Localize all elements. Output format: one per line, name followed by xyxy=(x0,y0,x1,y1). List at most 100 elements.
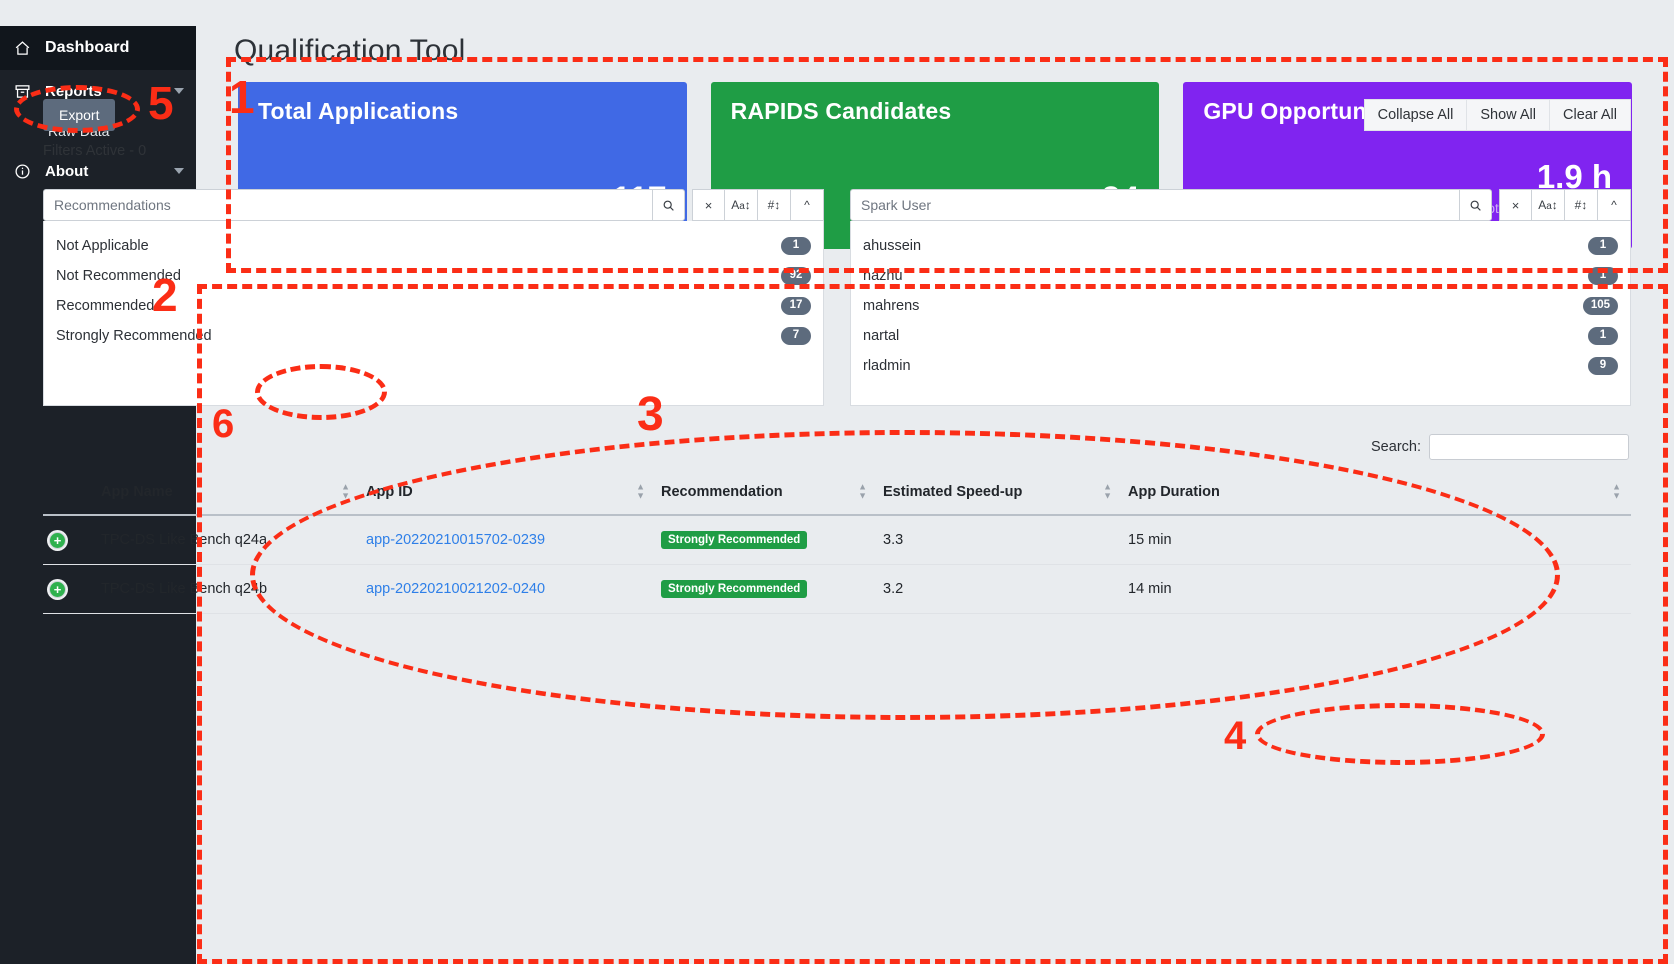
list-item-label: mahrens xyxy=(863,298,920,314)
expand-row-icon[interactable]: + xyxy=(49,580,66,598)
table-col-recommendation-label: Recommendation xyxy=(661,484,783,500)
table-col-app-duration[interactable]: App Duration ▲ ▼ xyxy=(1122,474,1631,516)
sort-alpha-icon[interactable]: Aa↕ xyxy=(1532,189,1565,221)
sort-icon: ▲ ▼ xyxy=(1103,481,1112,502)
filter-action-buttons: × Aa↕ #↕ ^ xyxy=(1499,189,1631,221)
sidebar-item-dashboard[interactable]: Dashboard xyxy=(0,26,196,70)
expand-cell[interactable]: + xyxy=(43,515,95,565)
list-item[interactable]: Not Recommended 92 xyxy=(44,261,823,291)
qualification-tool-app: Dashboard Reports Raw Data About Qualifi… xyxy=(0,26,1674,964)
spark-user-filter-input[interactable]: Spark User xyxy=(850,189,1459,221)
group-buttons: Collapse All Show All Clear All xyxy=(1363,99,1631,131)
app-id-link[interactable]: app-20220210021202-0240 xyxy=(366,581,545,597)
list-item-count: 92 xyxy=(781,267,811,285)
cell-speedup: 3.3 xyxy=(877,515,1122,565)
list-item[interactable]: Recommended 17 xyxy=(44,291,823,321)
table-row[interactable]: + TPC-DS Like Bench q24b app-20220210021… xyxy=(43,564,1631,614)
table-header-row: App Name ▲ ▼ App ID ▲ ▼ Recommendation ▲ ▼ xyxy=(43,474,1631,516)
sort-icon: ▲ ▼ xyxy=(341,481,350,502)
list-item-count: 1 xyxy=(1588,237,1618,255)
expand-cell[interactable]: + xyxy=(43,564,95,614)
list-item-count: 105 xyxy=(1582,297,1618,315)
search-icon[interactable] xyxy=(652,189,685,221)
list-item-label: Not Applicable xyxy=(56,238,149,254)
table-col-app-id-label: App ID xyxy=(366,484,413,500)
clear-icon[interactable]: × xyxy=(1499,189,1532,221)
table-search-row: Search: xyxy=(43,434,1631,460)
page-title: Qualification Tool xyxy=(234,34,466,67)
table-col-app-id[interactable]: App ID ▲ ▼ xyxy=(360,474,655,516)
show-all-button[interactable]: Show All xyxy=(1467,99,1550,131)
home-icon xyxy=(14,40,31,57)
list-item-count: 1 xyxy=(1588,267,1618,285)
table-col-recommendation[interactable]: Recommendation ▲ ▼ xyxy=(655,474,877,516)
filter-action-buttons: × Aa↕ #↕ ^ xyxy=(692,189,824,221)
table-col-estimated-speedup-label: Estimated Speed-up xyxy=(883,484,1023,500)
table-col-app-name-label: App Name xyxy=(101,484,173,500)
list-item[interactable]: rladmin 9 xyxy=(851,351,1630,381)
sort-alpha-icon[interactable]: Aa↕ xyxy=(725,189,758,221)
cell-speedup: 3.2 xyxy=(877,564,1122,614)
list-item-count: 17 xyxy=(781,297,811,315)
sort-icon: ▲ ▼ xyxy=(858,481,867,502)
sort-numeric-icon[interactable]: #↕ xyxy=(758,189,791,221)
collapse-icon[interactable]: ^ xyxy=(791,189,824,221)
search-label: Search: xyxy=(1371,439,1421,455)
sort-numeric-icon[interactable]: #↕ xyxy=(1565,189,1598,221)
recommendations-filter-input[interactable]: Recommendations xyxy=(43,189,652,221)
list-item-label: Recommended xyxy=(56,298,155,314)
gpu-recommendations-table: App Name ▲ ▼ App ID ▲ ▼ Recommendation ▲ ▼ xyxy=(43,474,1631,614)
gpu-recommendations-panel: GPU Recommendations Table Export Filters… xyxy=(18,26,1656,615)
cell-duration: 14 min xyxy=(1122,564,1631,614)
list-item-label: Not Recommended xyxy=(56,268,181,284)
table-col-app-name[interactable]: App Name ▲ ▼ xyxy=(95,474,360,516)
sort-icon: ▲ ▼ xyxy=(636,481,645,502)
spark-user-filter-list[interactable]: ahussein 1 hazhu 1 mahrens 105 nartal 1 … xyxy=(850,221,1631,406)
filter-controls-row: Recommendations × Aa↕ #↕ ^ Not Applicabl… xyxy=(43,189,1631,406)
filter-bar: Spark User × Aa↕ #↕ ^ xyxy=(850,189,1631,221)
list-item-count: 9 xyxy=(1588,357,1618,375)
filter-spark-user: Spark User × Aa↕ #↕ ^ ahussein 1 hazhu 1… xyxy=(850,189,1631,406)
list-item-count: 7 xyxy=(781,327,811,345)
list-item-label: ahussein xyxy=(863,238,922,254)
filter-recommendations: Recommendations × Aa↕ #↕ ^ Not Applicabl… xyxy=(43,189,824,406)
collapse-icon[interactable]: ^ xyxy=(1598,189,1631,221)
cell-app-name: TPC-DS Like Bench q24a xyxy=(95,515,360,565)
status-badge: Strongly Recommended xyxy=(661,531,808,549)
clear-icon[interactable]: × xyxy=(692,189,725,221)
list-item-count: 1 xyxy=(781,237,811,255)
list-item[interactable]: Strongly Recommended 7 xyxy=(44,321,823,351)
table-col-expand xyxy=(43,474,95,516)
list-item[interactable]: ahussein 1 xyxy=(851,231,1630,261)
cell-recommendation: Strongly Recommended xyxy=(655,564,877,614)
sort-icon: ▲ ▼ xyxy=(1612,481,1621,502)
table-body: + TPC-DS Like Bench q24a app-20220210015… xyxy=(43,515,1631,614)
expand-row-icon[interactable]: + xyxy=(49,531,66,549)
list-item[interactable]: Not Applicable 1 xyxy=(44,231,823,261)
search-input[interactable] xyxy=(1429,434,1629,460)
list-item[interactable]: nartal 1 xyxy=(851,321,1630,351)
cell-app-id[interactable]: app-20220210015702-0239 xyxy=(360,515,655,565)
cell-app-name: TPC-DS Like Bench q24b xyxy=(95,564,360,614)
panel-body: Export Filters Active - 0 Collapse All S… xyxy=(19,81,1655,614)
status-badge: Strongly Recommended xyxy=(661,580,808,598)
list-item-label: nartal xyxy=(863,328,900,344)
app-id-link[interactable]: app-20220210015702-0239 xyxy=(366,532,545,548)
list-item-label: Strongly Recommended xyxy=(56,328,212,344)
list-item-count: 1 xyxy=(1588,327,1618,345)
collapse-all-button[interactable]: Collapse All xyxy=(1363,99,1468,131)
table-col-estimated-speedup[interactable]: Estimated Speed-up ▲ ▼ xyxy=(877,474,1122,516)
cell-app-id[interactable]: app-20220210021202-0240 xyxy=(360,564,655,614)
export-button[interactable]: Export xyxy=(43,99,116,131)
sidebar-dashboard-label: Dashboard xyxy=(45,39,130,56)
list-item[interactable]: hazhu 1 xyxy=(851,261,1630,291)
search-icon[interactable] xyxy=(1459,189,1492,221)
list-item[interactable]: mahrens 105 xyxy=(851,291,1630,321)
table-col-app-duration-label: App Duration xyxy=(1128,484,1220,500)
table-row[interactable]: + TPC-DS Like Bench q24a app-20220210015… xyxy=(43,515,1631,565)
recommendations-filter-list[interactable]: Not Applicable 1 Not Recommended 92 Reco… xyxy=(43,221,824,406)
table-head: App Name ▲ ▼ App ID ▲ ▼ Recommendation ▲ ▼ xyxy=(43,474,1631,516)
list-item-label: hazhu xyxy=(863,268,903,284)
clear-all-button[interactable]: Clear All xyxy=(1550,99,1631,131)
filter-bar: Recommendations × Aa↕ #↕ ^ xyxy=(43,189,824,221)
